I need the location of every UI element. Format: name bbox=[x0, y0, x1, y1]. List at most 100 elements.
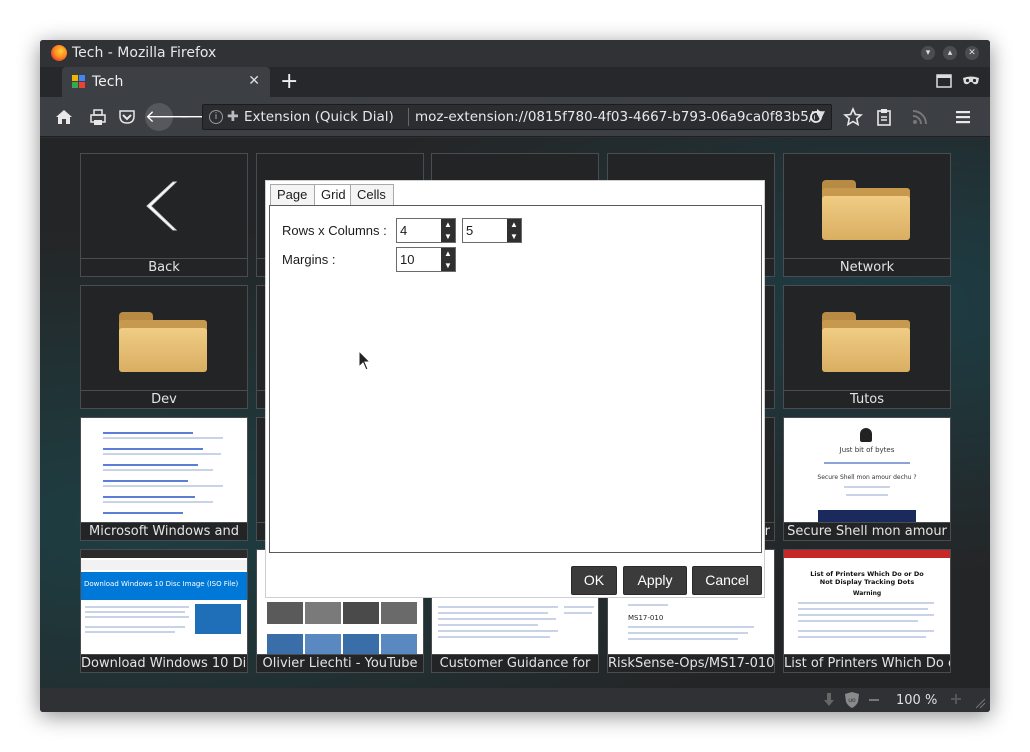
rows-value[interactable]: 4 bbox=[400, 223, 407, 238]
dial-cell-label: Download Windows 10 Disc bbox=[81, 654, 247, 671]
ublock-shield-icon[interactable]: uo bbox=[844, 691, 860, 709]
title-bar: Tech - Mozilla Firefox ▾ ▴ ✕ bbox=[40, 40, 990, 67]
tab-page[interactable]: Page bbox=[270, 184, 315, 206]
page-thumbnail: Download Windows 10 Disc Image (ISO File… bbox=[81, 550, 247, 655]
dial-cell-label: Secure Shell mon amour bbox=[784, 522, 950, 540]
eff-preview: List of Printers Which Do or Do Not Disp… bbox=[784, 550, 950, 655]
margins-value[interactable]: 10 bbox=[400, 252, 414, 267]
dial-cell-network[interactable]: Network bbox=[783, 153, 951, 277]
navigation-toolbar: 🡐 🡒 i ✚ Extension (Quick Dial) moz-exten… bbox=[40, 97, 990, 137]
window-title: Tech - Mozilla Firefox bbox=[72, 45, 217, 61]
dial-cell-download-windows[interactable]: Download Windows 10 Disc Image (ISO File… bbox=[80, 549, 248, 673]
dial-cell-label: Microsoft Windows and bbox=[81, 522, 247, 540]
back-thumbnail bbox=[81, 154, 247, 259]
grid-settings-panel: Rows x Columns : 4 ▲ ▼ 5 ▲ ▼ Margins : 1… bbox=[269, 205, 762, 553]
window-list-icon[interactable] bbox=[936, 74, 952, 88]
margins-spinbox[interactable]: 10 ▲ ▼ bbox=[396, 247, 456, 272]
rows-spinbox[interactable]: 4 ▲ ▼ bbox=[396, 218, 456, 243]
dial-cell-back[interactable]: Back bbox=[80, 153, 248, 277]
dev-thumbnail bbox=[81, 286, 247, 391]
dial-cell-label: Dev bbox=[81, 390, 247, 408]
cancel-button[interactable]: Cancel bbox=[692, 566, 762, 595]
dial-cell-label: Tutos bbox=[784, 390, 950, 408]
margins-label: Margins : bbox=[282, 252, 336, 267]
puzzle-icon: ✚ bbox=[227, 109, 239, 125]
grid-favicon-icon bbox=[72, 75, 86, 89]
download-page-preview: Download Windows 10 Disc Image (ISO File… bbox=[81, 550, 247, 655]
download-arrow-icon[interactable] bbox=[822, 692, 836, 708]
tab-title: Tech bbox=[92, 74, 124, 90]
clipboard-icon[interactable] bbox=[874, 107, 894, 127]
columns-value[interactable]: 5 bbox=[466, 223, 473, 238]
page-thumbnail: List of Printers Which Do or Do Not Disp… bbox=[784, 550, 950, 655]
print-icon[interactable] bbox=[88, 107, 108, 127]
spin-down-icon[interactable]: ▼ bbox=[508, 231, 520, 242]
repo-heading: MS17-010 bbox=[628, 614, 664, 622]
tutos-thumbnail bbox=[784, 286, 950, 391]
penguin-icon bbox=[860, 428, 872, 442]
spin-up-icon[interactable]: ▲ bbox=[442, 219, 454, 230]
dial-cell-dev[interactable]: Dev bbox=[80, 285, 248, 409]
dial-cell-label: Customer Guidance for bbox=[432, 654, 598, 672]
apply-button[interactable]: Apply bbox=[623, 566, 687, 595]
tab-cells[interactable]: Cells bbox=[350, 184, 394, 206]
new-tab-button[interactable]: + bbox=[280, 69, 298, 94]
zoom-level[interactable]: 100 % bbox=[896, 693, 937, 708]
search-results-preview bbox=[81, 418, 247, 523]
maximize-icon[interactable]: ▴ bbox=[943, 46, 957, 60]
folder-icon bbox=[822, 312, 910, 372]
dial-cell-tutos[interactable]: Tutos bbox=[783, 285, 951, 409]
home-icon[interactable] bbox=[54, 107, 74, 127]
minimize-icon[interactable]: ▾ bbox=[921, 46, 935, 60]
columns-spin-arrows[interactable]: ▲ ▼ bbox=[507, 219, 521, 242]
private-mask-icon[interactable] bbox=[962, 74, 980, 88]
firefox-logo-icon bbox=[51, 45, 67, 61]
margins-spin-arrows[interactable]: ▲ ▼ bbox=[441, 248, 455, 271]
page-thumbnail: Just bit of bytes Secure Shell mon amour… bbox=[784, 418, 950, 523]
back-chevron-icon bbox=[146, 181, 178, 231]
rss-feed-icon[interactable] bbox=[910, 107, 930, 127]
zoom-in-icon[interactable] bbox=[950, 693, 962, 705]
reload-icon[interactable] bbox=[806, 107, 826, 127]
url-bar[interactable]: i ✚ Extension (Quick Dial) moz-extension… bbox=[202, 104, 832, 130]
close-icon[interactable]: ✕ bbox=[965, 46, 979, 60]
page-thumbnail bbox=[81, 418, 247, 523]
dial-cell-label: Network bbox=[784, 258, 950, 276]
spin-down-icon[interactable]: ▼ bbox=[442, 260, 454, 271]
url-text[interactable]: moz-extension://0815f780-4f03-4667-b793-… bbox=[415, 109, 815, 125]
post-heading: Secure Shell mon amour dechu ? bbox=[817, 474, 917, 481]
tab-grid[interactable]: Grid bbox=[314, 184, 351, 207]
dial-cell-secure-shell[interactable]: Just bit of bytes Secure Shell mon amour… bbox=[783, 417, 951, 541]
blog-title: Just bit of bytes bbox=[839, 446, 895, 454]
hamburger-menu-icon[interactable] bbox=[953, 107, 973, 127]
folder-icon bbox=[822, 180, 910, 240]
spin-up-icon[interactable]: ▲ bbox=[508, 219, 520, 230]
dial-cell-printers[interactable]: List of Printers Which Do or Do Not Disp… bbox=[783, 549, 951, 673]
dial-cell-label: Back bbox=[81, 258, 247, 276]
tab-close-icon[interactable]: ✕ bbox=[248, 73, 260, 89]
status-bar: uo 100 % bbox=[40, 688, 990, 712]
url-separator bbox=[408, 108, 409, 126]
columns-spinbox[interactable]: 5 ▲ ▼ bbox=[462, 218, 522, 243]
dial-cell-microsoft-windows[interactable]: Microsoft Windows and bbox=[80, 417, 248, 541]
warning-heading: Warning bbox=[852, 590, 882, 597]
zoom-out-icon[interactable] bbox=[868, 695, 880, 705]
ok-button[interactable]: OK bbox=[571, 566, 617, 595]
dial-cell-label: List of Printers Which Do or bbox=[784, 654, 950, 671]
pocket-icon[interactable] bbox=[117, 107, 137, 127]
svg-text:uo: uo bbox=[848, 697, 856, 704]
spin-down-icon[interactable]: ▼ bbox=[442, 231, 454, 242]
bookmark-star-icon[interactable] bbox=[843, 107, 863, 127]
tab-tech[interactable]: Tech ✕ bbox=[62, 67, 270, 97]
resize-grip-icon[interactable] bbox=[974, 697, 986, 709]
info-icon[interactable]: i bbox=[209, 110, 223, 124]
spin-up-icon[interactable]: ▲ bbox=[442, 248, 454, 259]
back-arrow-icon[interactable]: 🡐 bbox=[145, 103, 191, 131]
folder-icon bbox=[119, 312, 207, 372]
identity-label[interactable]: Extension (Quick Dial) bbox=[244, 109, 394, 125]
dial-cell-label: RiskSense-Ops/MS17-010: bbox=[608, 654, 774, 671]
rows-spin-arrows[interactable]: ▲ ▼ bbox=[441, 219, 455, 242]
article-title: List of Printers Which Do or Do Not Disp… bbox=[810, 570, 924, 586]
grid-settings-dialog: Page Grid Cells Rows x Columns : 4 ▲ ▼ 5… bbox=[265, 180, 765, 598]
tab-bar: Tech ✕ + bbox=[40, 67, 990, 97]
